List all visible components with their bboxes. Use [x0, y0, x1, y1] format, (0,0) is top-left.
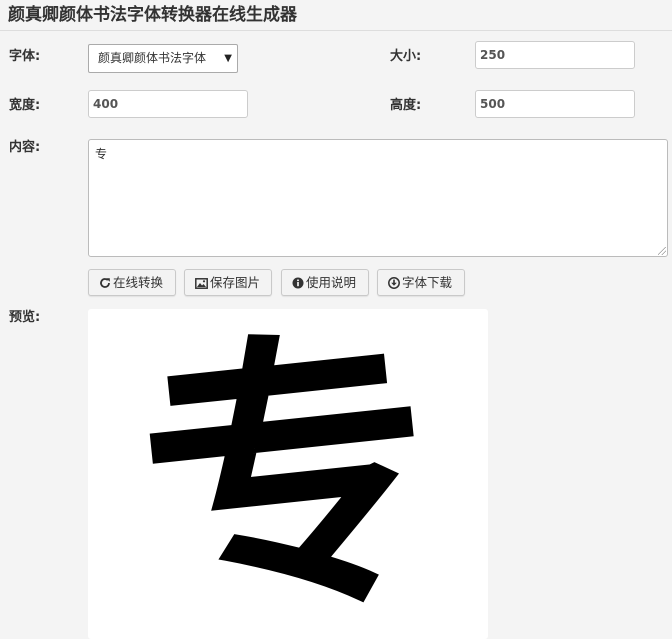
chevron-down-icon: ▼: [224, 53, 232, 64]
font-select[interactable]: 颜真卿颜体书法字体 ▼: [88, 44, 238, 73]
font-label: 字体:: [9, 49, 41, 64]
preview-canvas: 专: [88, 309, 488, 639]
content-textarea[interactable]: 专: [88, 139, 668, 257]
help-button-label: 使用说明: [306, 275, 357, 290]
font-download-button[interactable]: 字体下载: [377, 269, 465, 296]
resize-handle[interactable]: [658, 247, 666, 255]
content-text: 专: [95, 147, 108, 161]
info-icon: [292, 277, 304, 289]
height-label: 高度:: [390, 98, 422, 113]
image-icon: [195, 278, 208, 289]
content-label: 内容:: [9, 140, 41, 155]
save-image-button[interactable]: 保存图片: [184, 269, 272, 296]
height-input[interactable]: 500: [475, 90, 635, 118]
help-button[interactable]: 使用说明: [281, 269, 369, 296]
size-label: 大小:: [390, 49, 422, 64]
width-label: 宽度:: [9, 98, 41, 113]
page-title: 颜真卿颜体书法字体转换器在线生成器: [8, 5, 297, 25]
refresh-icon: [100, 278, 110, 288]
width-input[interactable]: 400: [88, 90, 248, 118]
save-image-button-label: 保存图片: [210, 275, 261, 290]
font-select-value: 颜真卿颜体书法字体: [98, 51, 207, 65]
title-divider: [0, 30, 672, 31]
convert-button[interactable]: 在线转换: [88, 269, 176, 296]
font-download-button-label: 字体下载: [402, 275, 453, 290]
preview-label: 预览:: [9, 310, 41, 325]
download-icon: [388, 277, 400, 289]
size-input[interactable]: 250: [475, 41, 635, 69]
convert-button-label: 在线转换: [113, 275, 164, 290]
preview-character: 专: [126, 309, 451, 639]
